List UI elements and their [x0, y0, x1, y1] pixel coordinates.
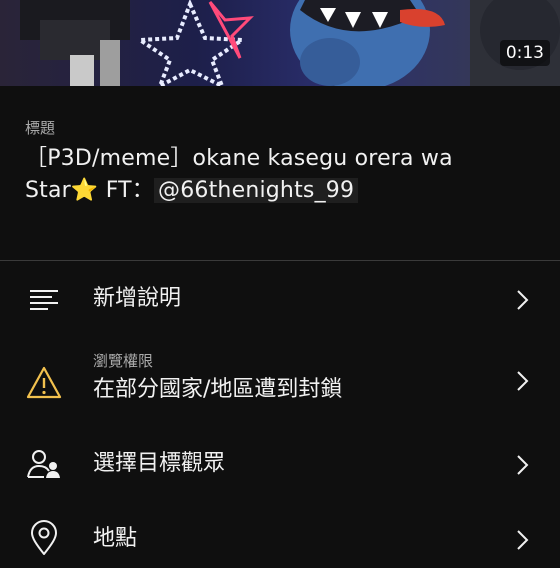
description-lines-icon	[30, 290, 58, 310]
title-line-2: Star⭐ FT： @66thenights_99	[25, 175, 545, 207]
title-field[interactable]: 標題 ［P3D/meme］okane kasegu orera wa Star⭐…	[25, 118, 545, 207]
section-divider	[0, 260, 560, 261]
audience-icon	[27, 450, 60, 478]
select-audience-label: 選擇目標觀眾	[93, 451, 226, 476]
visibility-row[interactable]: 瀏覽權限 在部分國家/地區遭到封鎖	[0, 345, 560, 425]
location-label: 地點	[93, 526, 138, 551]
chevron-right-icon	[517, 530, 529, 550]
location-pin-icon	[31, 520, 57, 555]
title-line-2-prefix: Star⭐ FT：	[25, 178, 155, 203]
chevron-right-icon	[517, 455, 529, 475]
title-value: ［P3D/meme］okane kasegu orera wa Star⭐ FT…	[25, 143, 545, 207]
add-description-row[interactable]: 新增說明	[0, 272, 560, 328]
title-line-1: ［P3D/meme］okane kasegu orera wa	[25, 146, 453, 171]
title-label: 標題	[25, 119, 56, 137]
select-audience-row[interactable]: 選擇目標觀眾	[0, 437, 560, 493]
mention-link[interactable]: @66thenights_99	[154, 178, 359, 203]
visibility-status-label: 在部分國家/地區遭到封鎖	[93, 377, 343, 402]
add-description-label: 新增說明	[93, 286, 182, 311]
visibility-sublabel: 瀏覽權限	[93, 352, 154, 370]
chevron-right-icon	[517, 290, 529, 310]
video-preview[interactable]: 0:13	[0, 0, 560, 86]
chevron-right-icon	[517, 371, 529, 391]
video-duration: 0:13	[499, 40, 550, 66]
warning-icon	[26, 366, 62, 399]
video-thumbnail-image	[0, 0, 560, 86]
